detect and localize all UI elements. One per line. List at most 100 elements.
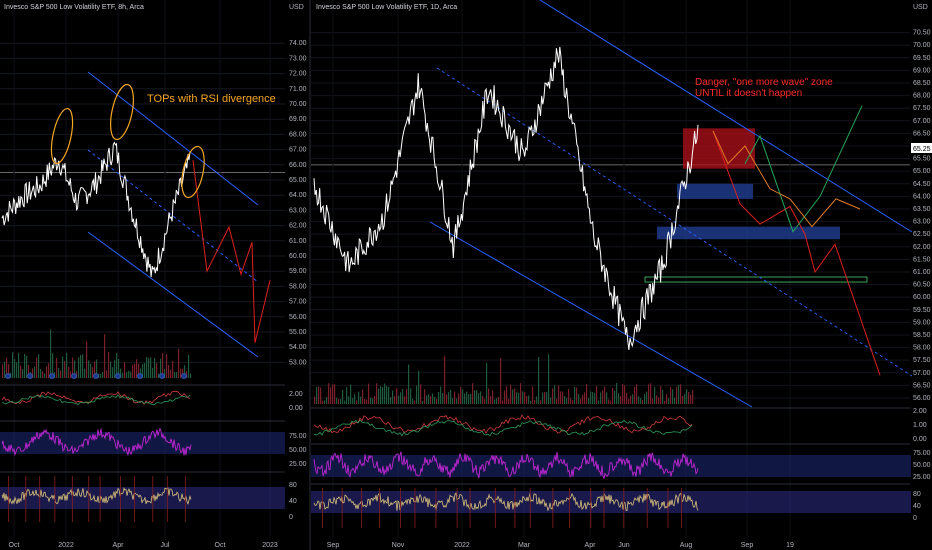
right-y-tick-label: 66.50 bbox=[913, 130, 931, 137]
left-volume-bar bbox=[176, 372, 178, 378]
left-volume-bar bbox=[150, 357, 152, 378]
right-x-tick-label: Sep bbox=[327, 542, 340, 549]
right-volume-bar bbox=[442, 393, 444, 404]
right-volume-bar bbox=[410, 388, 412, 404]
right-volume-bar bbox=[630, 395, 632, 404]
left-y-tick-label: 72.00 bbox=[289, 71, 307, 78]
right-volume-bar bbox=[586, 383, 588, 404]
left-x-tick-label: 2022 bbox=[58, 542, 74, 549]
right-volume-bar bbox=[424, 389, 426, 404]
right-volume-bar bbox=[522, 391, 524, 404]
right-volume-bar bbox=[396, 388, 398, 404]
right-y-tick-label: 64.50 bbox=[913, 181, 931, 188]
right-volume-bar bbox=[456, 398, 458, 404]
left-y-tick-label: 70.00 bbox=[289, 101, 307, 108]
right-volume-bar bbox=[500, 358, 502, 404]
right-volume-bar bbox=[328, 383, 330, 404]
right-volume-bar bbox=[612, 388, 614, 404]
right-volume-bar bbox=[514, 388, 516, 404]
left-volume-bar bbox=[100, 373, 102, 378]
left-y-tick-label: 53.00 bbox=[289, 359, 307, 366]
right-volume-bar bbox=[604, 386, 606, 404]
right-x-tick-label: 19 bbox=[786, 542, 794, 549]
right-volume-bar bbox=[406, 388, 408, 404]
left-volume-bar bbox=[190, 373, 192, 378]
left-y-tick-label: 60.00 bbox=[289, 253, 307, 260]
left-volume-bar bbox=[104, 334, 106, 378]
left-volume-bar bbox=[14, 359, 16, 378]
right-price-line bbox=[313, 46, 699, 350]
right-y-tick-label: 57.50 bbox=[913, 357, 931, 364]
right-volume-bar bbox=[478, 393, 480, 404]
right-volume-bar bbox=[380, 386, 382, 404]
right-volume-bar bbox=[650, 383, 652, 404]
right-panel: Invesco S&P 500 Low Volatility ETF, 1D, … bbox=[311, 0, 932, 549]
right-volume-bar bbox=[546, 391, 548, 404]
left-volume-bar bbox=[56, 358, 58, 378]
right-volume-bar bbox=[338, 399, 340, 404]
right-volume-bar bbox=[320, 387, 322, 404]
left-volume-bar bbox=[64, 361, 66, 378]
right-volume-bar bbox=[438, 391, 440, 404]
right-volume-bar bbox=[608, 399, 610, 404]
left-y-tick-label: 59.00 bbox=[289, 268, 307, 275]
right-volume-bar bbox=[548, 354, 550, 404]
left-volume-bar bbox=[152, 367, 154, 378]
left-event-dot bbox=[137, 373, 143, 379]
right-volume-bar bbox=[678, 384, 680, 404]
right-volume-bar bbox=[668, 398, 670, 404]
right-volume-bar bbox=[492, 390, 494, 404]
right-volume-bar bbox=[356, 400, 358, 404]
right-volume-bar bbox=[358, 391, 360, 404]
right-y-tick-label: 61.50 bbox=[913, 256, 931, 263]
left-osc-tick: 80 bbox=[289, 482, 297, 489]
left-y-tick-label: 63.00 bbox=[289, 207, 307, 214]
left-y-tick-label: 68.00 bbox=[289, 131, 307, 138]
right-volume-bar bbox=[446, 394, 448, 404]
right-volume-bar bbox=[354, 394, 356, 404]
right-volume-bar bbox=[594, 392, 596, 404]
left-volume-bar bbox=[2, 364, 4, 378]
right-volume-bar bbox=[336, 397, 338, 404]
right-projection-green bbox=[744, 105, 863, 233]
left-volume-bar bbox=[46, 366, 48, 378]
right-volume-bar bbox=[580, 398, 582, 404]
right-volume-bar bbox=[512, 389, 514, 404]
left-volume-bar bbox=[12, 352, 14, 378]
right-volume-bar bbox=[642, 399, 644, 404]
right-x-tick-label: Jun bbox=[618, 542, 629, 549]
right-volume-bar bbox=[674, 397, 676, 404]
right-volume-bar bbox=[596, 386, 598, 404]
right-volume-bar bbox=[422, 400, 424, 404]
left-volume-bar bbox=[20, 365, 22, 378]
right-volume-bar bbox=[434, 396, 436, 404]
left-volume-bar bbox=[50, 329, 52, 378]
right-y-tick-label: 70.00 bbox=[913, 42, 931, 49]
right-volume-bar bbox=[332, 384, 334, 404]
right-volume-bar bbox=[656, 395, 658, 404]
right-volume-bar bbox=[592, 392, 594, 404]
left-rsi-tick: 50.00 bbox=[289, 447, 307, 454]
right-volume-bar bbox=[520, 383, 522, 404]
right-rsi-tick: 25.00 bbox=[913, 474, 931, 481]
right-y-tick-label: 65.50 bbox=[913, 156, 931, 163]
right-volume-bar bbox=[458, 393, 460, 404]
right-chart-title: Invesco S&P 500 Low Volatility ETF, 1D, … bbox=[316, 4, 457, 11]
right-osc-tick: 40 bbox=[913, 503, 921, 510]
right-volume-bar bbox=[628, 398, 630, 404]
right-volume-bar bbox=[516, 392, 518, 404]
right-price-series bbox=[313, 46, 699, 350]
right-volume-bar bbox=[474, 390, 476, 404]
right-volume-bar bbox=[490, 396, 492, 404]
left-y-tick-label: 64.00 bbox=[289, 192, 307, 199]
left-event-dot bbox=[5, 373, 11, 379]
left-volume-bar bbox=[128, 370, 130, 378]
left-y-axis: 74.00 73.00 72.00 71.00 70.00 69.00 68.00 67.00… bbox=[289, 40, 307, 366]
right-volume-bar bbox=[330, 387, 332, 404]
right-volume-bar bbox=[362, 389, 364, 404]
right-volume-bar bbox=[606, 392, 608, 404]
left-volume-bar bbox=[148, 357, 150, 378]
right-volume-bar bbox=[686, 389, 688, 404]
right-y-tick-label: 62.50 bbox=[913, 231, 931, 238]
right-x-tick-label: Mar bbox=[518, 542, 531, 549]
